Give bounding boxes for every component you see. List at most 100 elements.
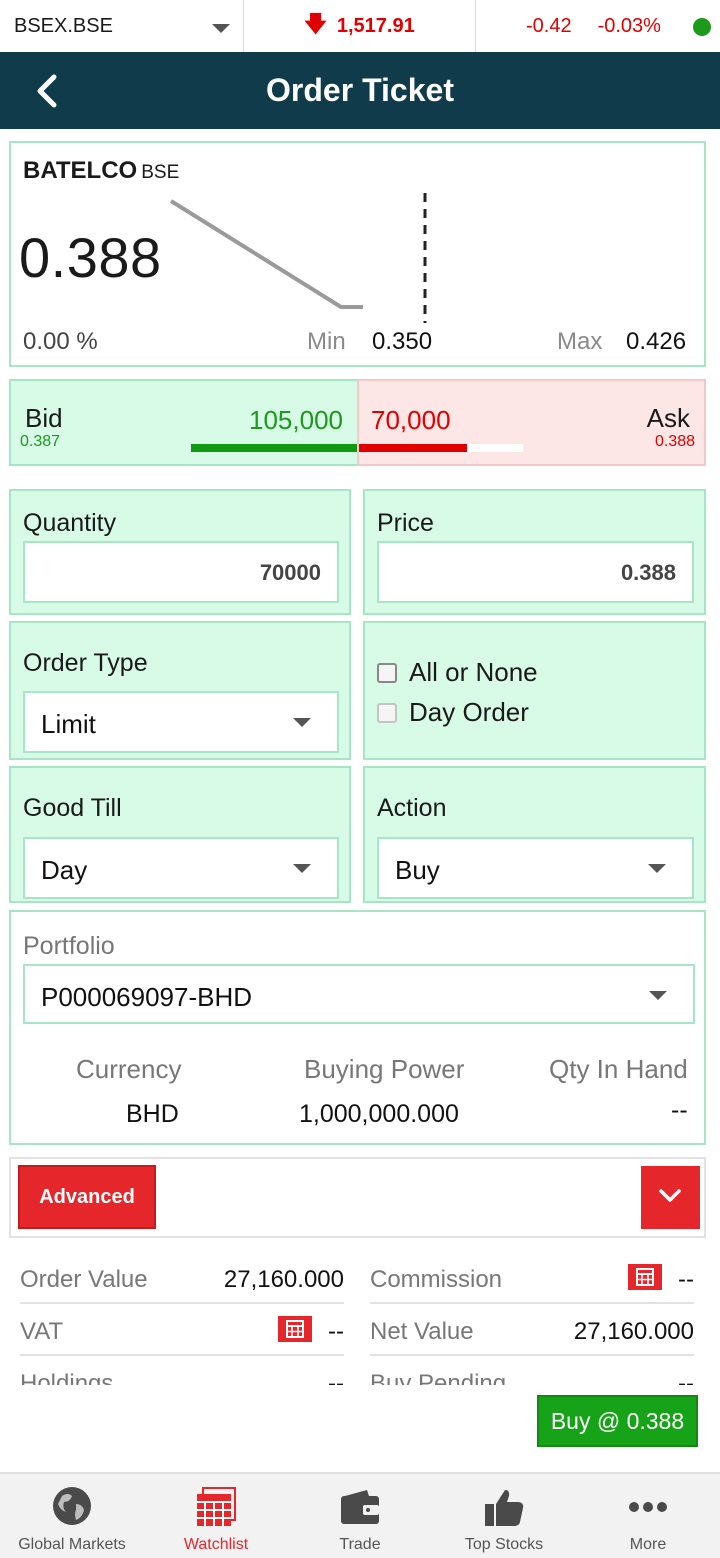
max-value: 0.426 — [626, 328, 687, 355]
order-type-select[interactable]: Limit — [23, 691, 339, 753]
holdings-value: -- — [328, 1370, 344, 1385]
qty-in-hand-label: Qty In Hand — [549, 1054, 688, 1084]
ask-volume-bar-track — [467, 444, 523, 452]
holdings-label: Holdings — [20, 1370, 114, 1385]
calculator-icon[interactable] — [628, 1264, 662, 1290]
quantity-input[interactable]: 70000 — [23, 541, 339, 603]
checkbox-icon — [377, 702, 397, 723]
action-panel: Action Buy — [363, 766, 706, 903]
price-panel: Price 0.388 — [363, 489, 706, 615]
nav-item-watchlist[interactable]: Watchlist — [144, 1474, 288, 1558]
ask-volume-bar — [359, 444, 467, 452]
commission-value: -- — [678, 1266, 694, 1293]
buy-pending-row: Buy Pending -- — [370, 1358, 694, 1385]
index-change-box: -0.42 -0.03% — [476, 15, 720, 38]
order-type-panel: Order Type Limit — [9, 621, 351, 760]
nav-item-top-stocks[interactable]: Top Stocks — [432, 1474, 576, 1558]
order-value: 27,160.000 — [223, 1266, 344, 1293]
portfolio-select[interactable]: P000069097-BHD — [23, 964, 695, 1024]
price-change-pct: 0.00 % — [23, 328, 98, 355]
holdings-row: Holdings -- — [20, 1358, 344, 1385]
action-select[interactable]: Buy — [377, 837, 694, 899]
action-value: Buy — [395, 855, 440, 885]
chevron-down-icon — [649, 991, 667, 1000]
nav-label: More — [629, 1536, 667, 1553]
day-order-checkbox[interactable]: Day Order — [377, 697, 529, 728]
net-value: 27,160.000 — [573, 1318, 694, 1345]
order-type-value: Limit — [41, 709, 96, 739]
stock-symbol: BATELCO — [23, 157, 138, 184]
min-label: Min — [307, 328, 346, 355]
portfolio-value: P000069097-BHD — [41, 982, 253, 1012]
order-value-label: Order Value — [20, 1266, 148, 1293]
ask-panel[interactable]: 70,000 Ask 0.388 — [357, 379, 706, 466]
buy-pending-value: -- — [678, 1370, 694, 1385]
qty-in-hand-value: -- — [671, 1096, 688, 1124]
currency-label: Currency — [76, 1054, 182, 1084]
min-value: 0.350 — [372, 328, 433, 355]
bid-price: 0.387 — [20, 433, 61, 450]
portfolio-panel: Portfolio P000069097-BHD Currency BHD Bu… — [9, 910, 706, 1145]
back-arrow-icon[interactable] — [32, 74, 62, 108]
buy-pending-label: Buy Pending — [370, 1370, 507, 1385]
sparkline-line — [169, 199, 363, 309]
buy-button[interactable]: Buy @ 0.388 — [537, 1395, 698, 1447]
stock-exchange: BSE — [141, 162, 180, 183]
thumbs-up-icon — [485, 1490, 524, 1526]
ask-price: 0.388 — [654, 433, 695, 450]
quantity-panel: Quantity 70000 — [9, 489, 351, 615]
nav-item-more[interactable]: More — [576, 1474, 720, 1558]
price-value: 0.388 — [620, 560, 676, 585]
ask-volume: 70,000 — [371, 405, 451, 435]
net-value-row: Net Value 27,160.000 — [370, 1306, 694, 1356]
bottom-nav: Global Markets Watchlist Trade Top Stock… — [0, 1472, 720, 1558]
calendar-grid-icon — [197, 1487, 236, 1526]
checkbox-icon — [377, 662, 397, 683]
bid-panel[interactable]: Bid 0.387 105,000 — [9, 379, 359, 466]
globe-icon — [53, 1487, 91, 1525]
nav-label: Global Markets — [18, 1536, 126, 1553]
market-status-dot-icon — [693, 18, 711, 36]
chevron-down-icon — [659, 1189, 681, 1202]
nav-label: Top Stocks — [464, 1536, 544, 1553]
order-type-label: Order Type — [23, 649, 148, 677]
index-change: -0.42 — [526, 14, 572, 37]
good-till-value: Day — [41, 855, 88, 885]
vat-value: -- — [328, 1318, 344, 1345]
index-change-pct: -0.03% — [597, 14, 661, 37]
index-value-box: 🡇 1,517.91 — [244, 0, 476, 52]
order-value-row: Order Value 27,160.000 — [20, 1254, 344, 1304]
nav-label: Trade — [339, 1536, 381, 1553]
page-title: Order Ticket — [266, 72, 454, 108]
market-strip: BSEX.BSE 🡇 1,517.91 -0.42 -0.03% — [0, 0, 720, 52]
portfolio-label: Portfolio — [23, 932, 115, 960]
all-or-none-checkbox[interactable]: All or None — [377, 657, 538, 688]
buying-power-label: Buying Power — [304, 1054, 465, 1084]
calculator-icon[interactable] — [278, 1316, 312, 1342]
arrow-down-icon: 🡇 — [304, 11, 327, 36]
ask-label: Ask — [646, 403, 690, 433]
nav-item-trade[interactable]: Trade — [288, 1474, 432, 1558]
market-index-selector[interactable]: BSEX.BSE — [0, 0, 244, 52]
good-till-select[interactable]: Day — [23, 837, 339, 899]
all-or-none-label: All or None — [409, 657, 538, 687]
price-label: Price — [377, 509, 434, 537]
bid-volume-bar — [191, 444, 359, 452]
chevron-down-icon — [293, 718, 311, 727]
advanced-toggle-button[interactable] — [641, 1166, 700, 1229]
nav-label: Watchlist — [183, 1536, 249, 1553]
market-symbol: BSEX.BSE — [14, 14, 113, 37]
max-label: Max — [557, 328, 603, 355]
price-input[interactable]: 0.388 — [377, 541, 694, 603]
advanced-section: Advanced — [9, 1157, 706, 1238]
nav-item-global-markets[interactable]: Global Markets — [0, 1474, 144, 1558]
bid-label: Bid — [25, 403, 63, 433]
good-till-panel: Good Till Day — [9, 766, 351, 903]
advanced-button[interactable]: Advanced — [18, 1165, 156, 1229]
day-order-label: Day Order — [409, 697, 529, 727]
quantity-label: Quantity — [23, 509, 117, 537]
commission-label: Commission — [370, 1266, 503, 1293]
good-till-label: Good Till — [23, 794, 122, 822]
index-value: 1,517.91 — [336, 14, 415, 37]
last-price: 0.388 — [19, 226, 162, 289]
